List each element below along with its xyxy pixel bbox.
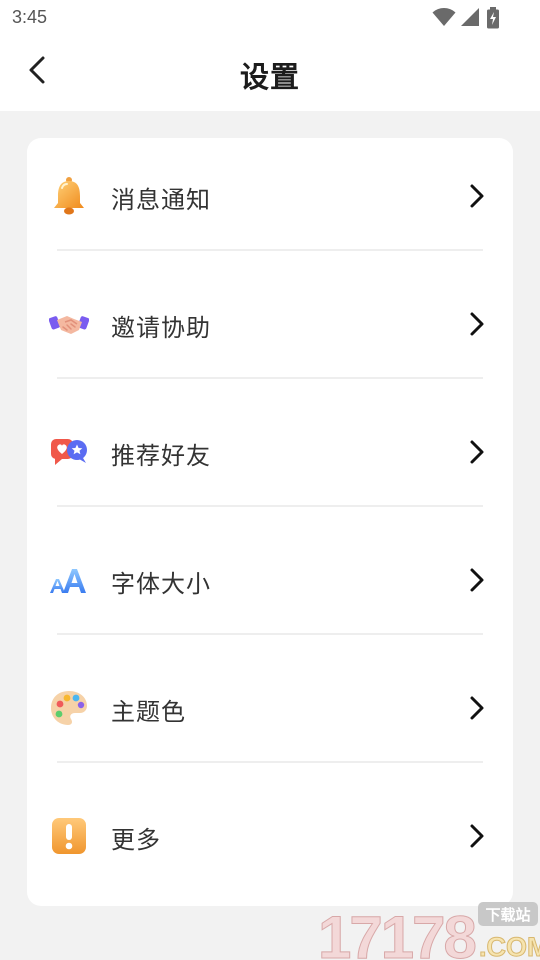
title-bar: 设置 xyxy=(0,36,540,111)
chevron-right-icon xyxy=(470,184,484,208)
bell-icon xyxy=(54,177,84,215)
setting-item-notifications[interactable]: 消息通知 xyxy=(27,138,513,266)
setting-item-label: 推荐好友 xyxy=(111,442,211,470)
chat-bubbles-icon xyxy=(51,439,87,465)
watermark-number: 17178 xyxy=(318,904,475,960)
wifi-icon xyxy=(432,8,456,26)
setting-item-theme-color[interactable]: 主题色 xyxy=(27,650,513,778)
chevron-right-icon xyxy=(470,312,484,336)
battery-charging-icon xyxy=(487,7,499,29)
settings-card: 消息通知 邀请协助 推荐好友 字体大小 主题色 更多 xyxy=(27,138,513,906)
page-title: 设置 xyxy=(239,60,300,94)
setting-item-label: 邀请协助 xyxy=(111,314,211,342)
setting-item-label: 字体大小 xyxy=(111,570,211,598)
setting-item-recommend-friends[interactable]: 推荐好友 xyxy=(27,394,513,522)
top-area: 3:45 设置 xyxy=(0,0,540,111)
palette-icon xyxy=(51,691,87,725)
setting-item-font-size[interactable]: 字体大小 xyxy=(27,522,513,650)
exclamation-icon xyxy=(52,818,86,854)
setting-item-more[interactable]: 更多 xyxy=(27,778,513,906)
setting-item-invite-assist[interactable]: 邀请协助 xyxy=(27,266,513,394)
handshake-icon xyxy=(49,316,89,334)
divider xyxy=(57,249,483,251)
watermark-tag: 下载站 xyxy=(485,906,530,924)
chevron-right-icon xyxy=(470,568,484,592)
divider xyxy=(57,633,483,635)
watermark-suffix: .COM xyxy=(479,932,540,960)
setting-item-label: 主题色 xyxy=(111,698,186,726)
chevron-right-icon xyxy=(470,696,484,720)
divider xyxy=(57,377,483,379)
site-watermark: 17178 下载站 .COM xyxy=(318,902,540,960)
status-bar: 3:45 xyxy=(0,0,540,36)
chevron-right-icon xyxy=(470,440,484,464)
divider xyxy=(57,761,483,763)
setting-item-label: 消息通知 xyxy=(111,186,211,214)
divider xyxy=(57,505,483,507)
status-time: 3:45 xyxy=(12,7,48,27)
cell-signal-icon xyxy=(461,8,479,26)
font-size-icon xyxy=(50,569,86,593)
chevron-right-icon xyxy=(470,824,484,848)
setting-item-label: 更多 xyxy=(111,826,161,854)
